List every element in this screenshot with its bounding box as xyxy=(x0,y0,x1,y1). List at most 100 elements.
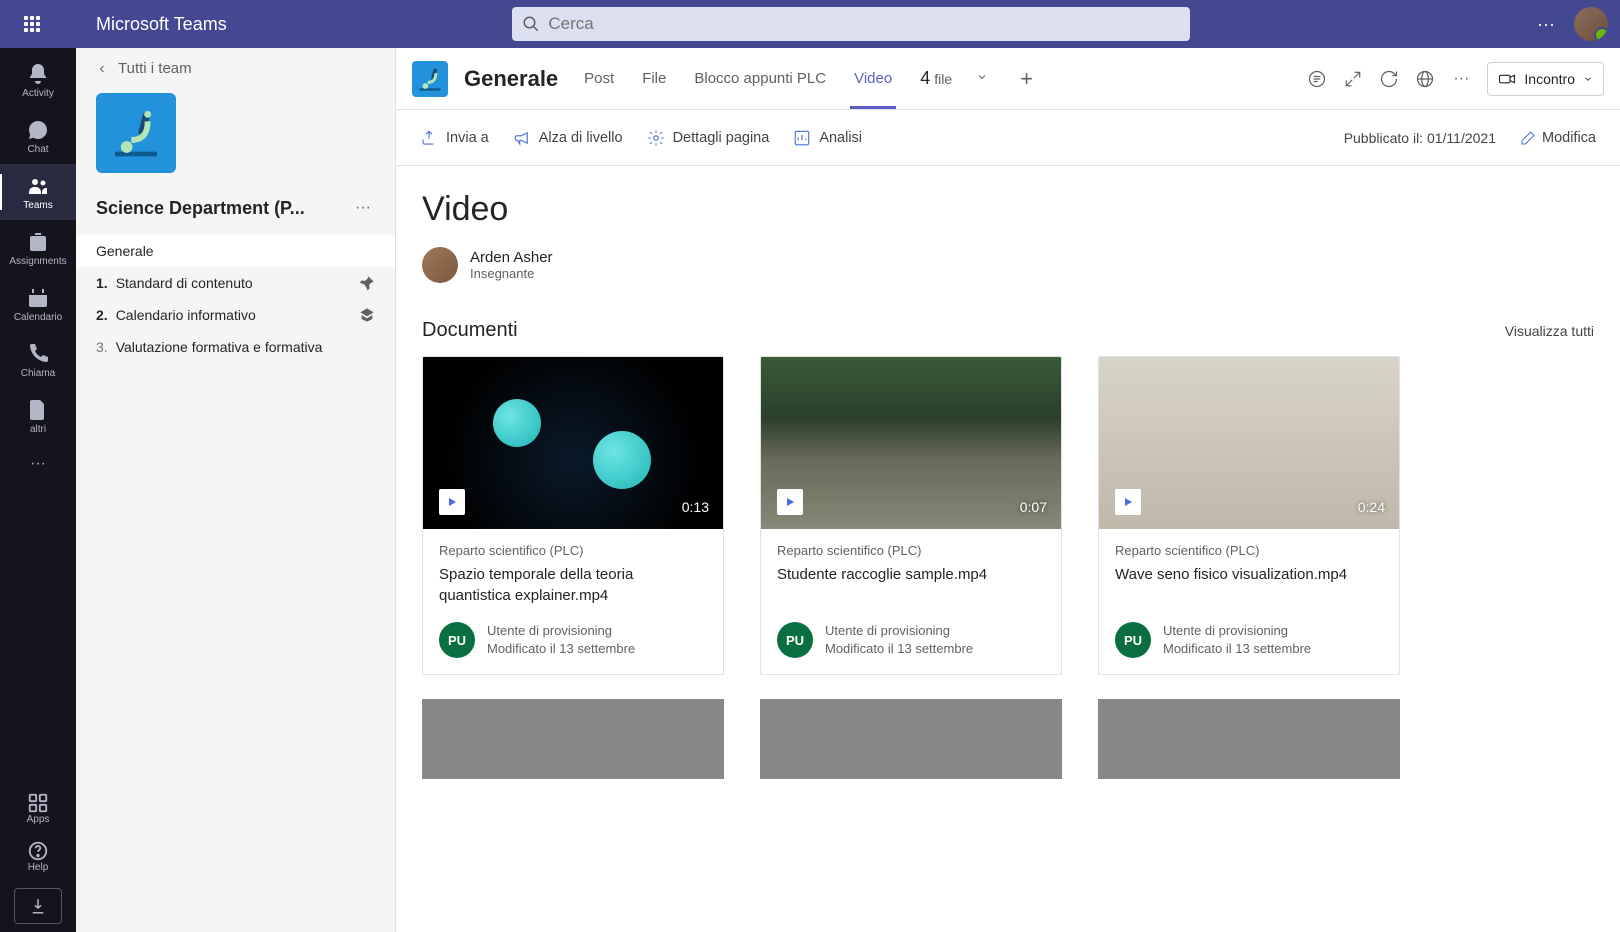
team-more-button[interactable]: ··· xyxy=(351,195,375,221)
chevron-down-icon xyxy=(976,71,988,83)
page-details-button[interactable]: Dettagli pagina xyxy=(647,129,770,147)
channel-label: Standard di contenuto xyxy=(116,275,253,291)
tab-plc[interactable]: Blocco appunti PLC xyxy=(688,48,832,109)
back-all-teams[interactable]: Tutti i team xyxy=(76,60,395,85)
play-icon xyxy=(1122,496,1134,508)
duration-label: 0:07 xyxy=(1020,499,1047,515)
meet-button[interactable]: Incontro xyxy=(1487,62,1604,96)
published-date: Pubblicato il: 01/11/2021 xyxy=(1344,130,1496,146)
tab-row: Generale Post File Blocco appunti PLC Vi… xyxy=(396,48,1620,110)
video-thumbnail-partial[interactable] xyxy=(760,699,1062,779)
channel-generale[interactable]: Generale xyxy=(76,235,395,267)
chevron-left-icon xyxy=(96,63,108,75)
card-modified: Modificato il 13 settembre xyxy=(487,640,635,658)
video-thumbnail-partial[interactable] xyxy=(422,699,724,779)
channel-standard[interactable]: 1. Standard di contenuto xyxy=(76,267,395,299)
video-thumbnail: 0:07 xyxy=(761,357,1061,529)
tab-count[interactable]: 4 file xyxy=(920,68,952,89)
edit-button[interactable]: Modifica xyxy=(1520,130,1596,146)
waffle-icon xyxy=(24,16,40,32)
search-box[interactable] xyxy=(512,7,1190,41)
tab-more-button[interactable]: ··· xyxy=(1451,69,1471,89)
chevron-down-icon xyxy=(1583,74,1593,84)
topbar: Microsoft Teams ··· xyxy=(0,0,1620,48)
rail-activity-label: Activity xyxy=(22,88,54,99)
rail-apps[interactable]: Apps xyxy=(14,786,62,830)
video-thumbnail-partial[interactable] xyxy=(1098,699,1400,779)
video-card[interactable]: 0:07 Reparto scientifico (PLC) Studente … xyxy=(760,356,1062,675)
card-modified: Modificato il 13 settembre xyxy=(825,640,973,658)
section-title: Documenti xyxy=(422,319,518,342)
search-input[interactable] xyxy=(548,14,1180,34)
team-sidebar: Tutti i team Science Department (P... ··… xyxy=(76,48,396,932)
channel-title: Generale xyxy=(464,66,558,92)
card-title: Studente raccoglie sample.mp4 xyxy=(777,564,1045,606)
page-title: Video xyxy=(422,190,1594,229)
rail-files[interactable]: altri xyxy=(0,388,76,444)
channel-valutazione[interactable]: 3. Valutazione formativa e formativa xyxy=(76,331,395,363)
tab-file[interactable]: File xyxy=(636,48,672,109)
rail-apps-label: Apps xyxy=(27,814,50,825)
refresh-button[interactable] xyxy=(1379,69,1399,89)
rail-help[interactable]: Help xyxy=(14,834,62,878)
microscope-icon xyxy=(416,65,444,93)
expand-button[interactable] xyxy=(1343,69,1363,89)
chart-icon xyxy=(793,129,811,147)
add-tab-button[interactable]: + xyxy=(1012,66,1041,92)
rail-teams-label: Teams xyxy=(23,200,52,211)
tab-video[interactable]: Video xyxy=(848,48,898,109)
globe-icon xyxy=(1415,69,1435,89)
tab-chevron-button[interactable] xyxy=(968,70,996,88)
rail-chat[interactable]: Chat xyxy=(0,108,76,164)
channel-calendario[interactable]: 2. Calendario informativo xyxy=(76,299,395,331)
download-button[interactable] xyxy=(14,888,62,924)
refresh-icon xyxy=(1379,69,1399,89)
phone-icon xyxy=(26,342,50,366)
play-badge xyxy=(1115,489,1141,515)
channel-label: Calendario informativo xyxy=(116,307,256,323)
expand-icon xyxy=(1344,70,1362,88)
content-pane: Generale Post File Blocco appunti PLC Vi… xyxy=(396,48,1620,932)
conversation-button[interactable] xyxy=(1307,69,1327,89)
rail-activity[interactable]: Activity xyxy=(0,52,76,108)
promote-button[interactable]: Alza di livello xyxy=(513,129,623,147)
rail-teams[interactable]: Teams xyxy=(0,164,76,220)
author-avatar xyxy=(422,247,458,283)
rail-calls[interactable]: Chiama xyxy=(0,332,76,388)
app-title: Microsoft Teams xyxy=(96,14,227,35)
team-avatar[interactable] xyxy=(96,93,176,173)
settings-more-button[interactable]: ··· xyxy=(1526,4,1566,44)
rail-assignments[interactable]: Assignments xyxy=(0,220,76,276)
chat-icon xyxy=(26,118,50,142)
microscope-icon xyxy=(108,105,164,161)
apps-icon xyxy=(27,792,49,814)
user-avatar[interactable] xyxy=(1574,7,1608,41)
user-badge: PU xyxy=(1115,622,1151,658)
rail-assignments-label: Assignments xyxy=(9,256,66,267)
play-icon xyxy=(446,496,458,508)
help-icon xyxy=(27,840,49,862)
rail-more[interactable]: ··· xyxy=(0,444,76,484)
globe-button[interactable] xyxy=(1415,69,1435,89)
rail-files-label: altri xyxy=(30,424,46,435)
video-card[interactable]: 0:13 Reparto scientifico (PLC) Spazio te… xyxy=(422,356,724,675)
card-user: Utente di provisioning xyxy=(825,622,973,640)
card-user: Utente di provisioning xyxy=(1163,622,1311,640)
view-all-link[interactable]: Visualizza tutti xyxy=(1505,323,1594,339)
school-icon xyxy=(359,307,375,323)
play-icon xyxy=(784,496,796,508)
bell-icon xyxy=(26,62,50,86)
rail-calendar-label: Calendario xyxy=(14,312,62,323)
tab-post[interactable]: Post xyxy=(578,48,620,109)
rail-help-label: Help xyxy=(28,862,49,873)
video-card[interactable]: 0:24 Reparto scientifico (PLC) Wave seno… xyxy=(1098,356,1400,675)
app-launcher-button[interactable] xyxy=(8,0,56,48)
send-to-button[interactable]: Invia a xyxy=(420,129,489,147)
rail-calendar[interactable]: Calendario xyxy=(0,276,76,332)
analytics-button[interactable]: Analisi xyxy=(793,129,862,147)
page-body: Video Arden Asher Insegnante Documenti V… xyxy=(396,166,1620,932)
pin-icon xyxy=(359,275,375,291)
share-icon xyxy=(420,129,438,147)
author-role: Insegnante xyxy=(470,266,553,281)
calendar-icon xyxy=(26,286,50,310)
